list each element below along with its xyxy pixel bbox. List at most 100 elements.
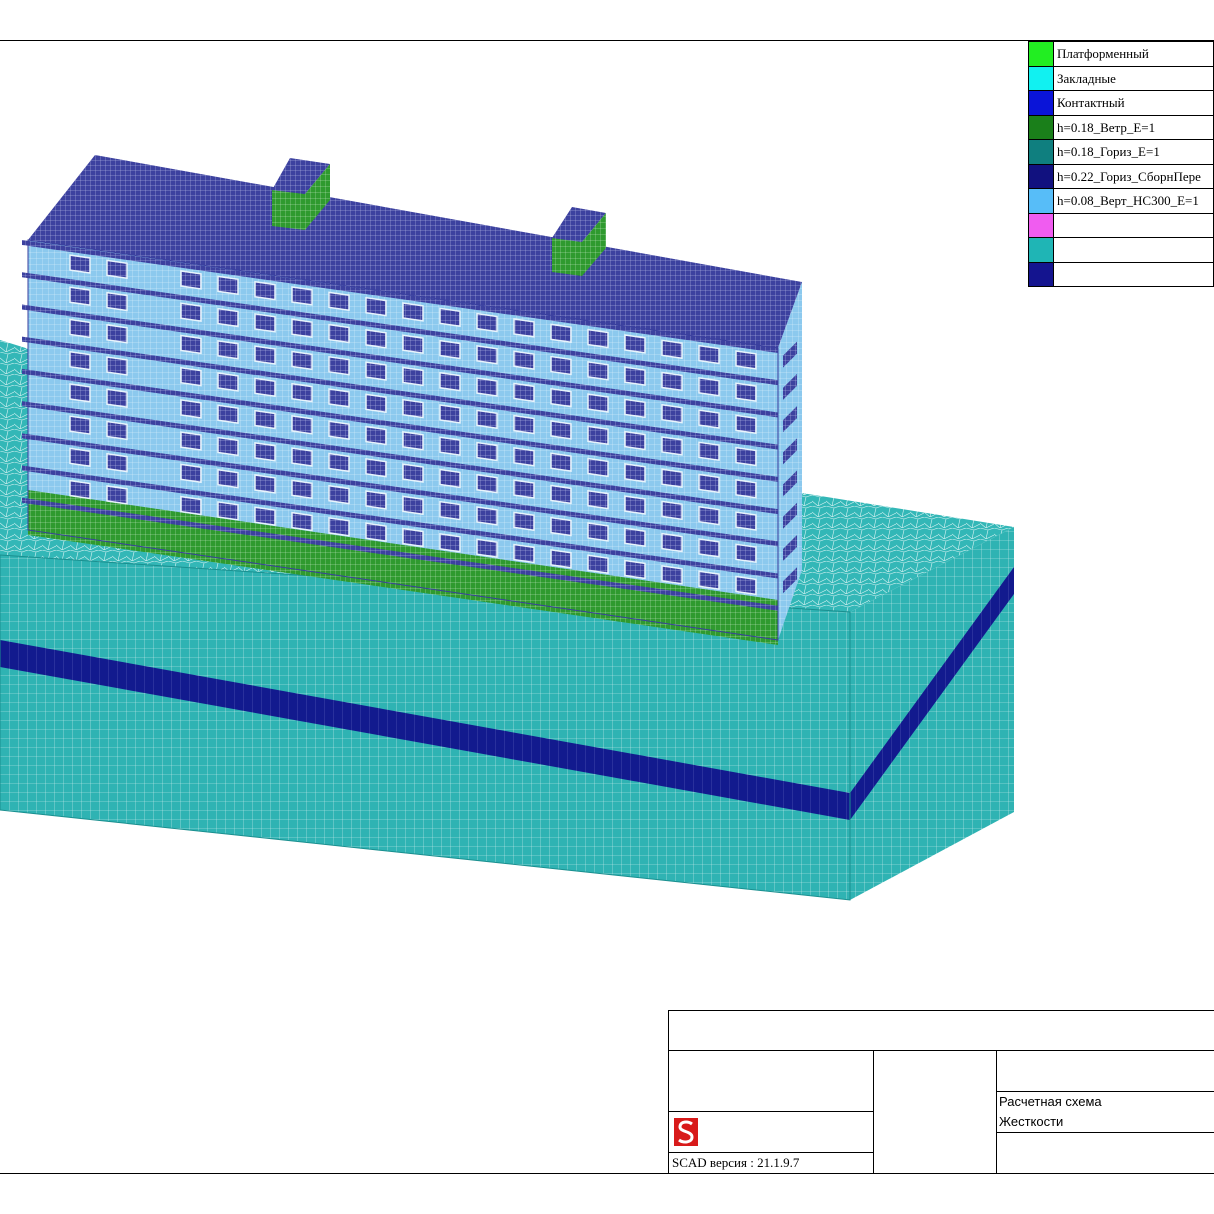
legend-row: Контактный	[1028, 90, 1214, 116]
window	[254, 313, 276, 333]
window	[291, 479, 313, 500]
window	[476, 377, 498, 397]
window	[217, 307, 239, 328]
legend-label: Платформенный	[1053, 41, 1214, 67]
window	[254, 474, 276, 494]
window	[180, 334, 202, 355]
legend-label: Контактный	[1053, 90, 1214, 116]
window	[365, 329, 387, 349]
legend-row: Закладные	[1028, 65, 1214, 91]
legend-row: h=0.22_Гориз_СборнПере	[1028, 163, 1214, 189]
window	[476, 473, 498, 494]
legend-label: h=0.08_Верт_НС300_E=1	[1053, 188, 1214, 214]
window	[106, 420, 128, 441]
window	[550, 420, 572, 440]
window	[106, 485, 128, 505]
window	[365, 457, 387, 478]
window	[661, 468, 683, 488]
legend-row	[1028, 212, 1214, 238]
window	[476, 312, 498, 333]
window	[402, 334, 424, 354]
window	[69, 383, 91, 403]
window	[476, 409, 498, 430]
window	[439, 468, 461, 489]
window	[698, 538, 720, 558]
window	[402, 527, 424, 548]
window	[402, 495, 424, 516]
window	[69, 479, 91, 500]
window	[439, 307, 461, 328]
window	[328, 355, 350, 376]
window	[69, 318, 91, 339]
window	[106, 291, 128, 312]
window	[254, 506, 276, 527]
window	[328, 420, 350, 441]
window	[106, 388, 128, 409]
window	[328, 484, 350, 505]
window	[698, 344, 720, 365]
window	[180, 431, 202, 451]
window	[661, 403, 683, 424]
window	[328, 517, 350, 537]
window	[550, 323, 572, 344]
window	[106, 259, 128, 280]
window	[513, 414, 535, 435]
window	[254, 409, 276, 430]
window	[735, 511, 757, 531]
window	[476, 506, 498, 526]
window	[550, 355, 572, 376]
window	[698, 441, 720, 462]
window	[513, 382, 535, 403]
window	[328, 291, 350, 312]
window	[217, 275, 239, 296]
window	[291, 382, 313, 403]
legend-label	[1053, 261, 1214, 287]
roof-box-2-front	[552, 238, 582, 276]
legend-swatch	[1028, 114, 1054, 140]
window	[180, 495, 202, 516]
window	[624, 366, 646, 386]
window	[328, 452, 350, 473]
legend-row	[1028, 237, 1214, 263]
window	[587, 361, 609, 381]
window	[624, 559, 646, 580]
window	[698, 409, 720, 429]
scad-version: SCAD версия : 21.1.9.7	[672, 1155, 800, 1170]
window	[291, 350, 313, 371]
legend-swatch	[1028, 139, 1054, 165]
window	[661, 339, 683, 360]
legend-swatch	[1028, 261, 1054, 287]
window	[513, 350, 535, 370]
window	[661, 500, 683, 521]
window	[587, 489, 609, 510]
window	[550, 452, 572, 472]
window	[661, 532, 683, 553]
scad-logo-icon	[674, 1118, 698, 1146]
window	[587, 457, 609, 478]
legend-swatch	[1028, 188, 1054, 214]
window	[476, 538, 498, 558]
window	[291, 286, 313, 306]
window	[476, 345, 498, 365]
window	[698, 377, 720, 397]
window	[439, 533, 461, 553]
window	[735, 382, 757, 402]
window	[291, 511, 313, 532]
window	[513, 447, 535, 467]
window	[550, 516, 572, 537]
legend-row	[1028, 261, 1214, 287]
roof-box-1-front	[272, 190, 305, 230]
legend-row: h=0.18_Ветр_E=1	[1028, 114, 1214, 140]
window	[735, 543, 757, 564]
window	[402, 431, 424, 451]
window	[513, 543, 535, 564]
legend-label	[1053, 237, 1214, 263]
window	[513, 511, 535, 532]
window	[550, 387, 572, 408]
window	[735, 350, 757, 370]
window	[291, 415, 313, 435]
window	[291, 447, 313, 467]
window	[624, 334, 646, 354]
window	[365, 393, 387, 414]
window	[550, 549, 572, 569]
